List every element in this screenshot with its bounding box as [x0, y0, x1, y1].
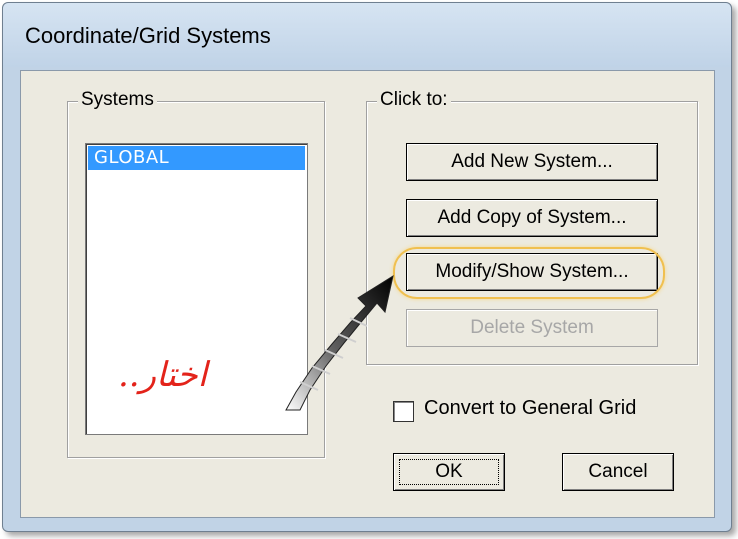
- list-item-global[interactable]: GLOBAL: [88, 146, 305, 170]
- convert-to-general-grid-label: Convert to General Grid: [424, 397, 637, 419]
- delete-system-button[interactable]: Delete System: [406, 309, 658, 347]
- highlight-oval: [393, 247, 665, 299]
- dialog-window: Coordinate/Grid Systems Systems GLOBAL C…: [2, 2, 732, 532]
- title-bar[interactable]: Coordinate/Grid Systems: [3, 3, 731, 67]
- add-copy-of-system-button[interactable]: Add Copy of System...: [406, 199, 658, 237]
- ok-button[interactable]: OK: [393, 453, 505, 491]
- convert-to-general-grid-checkbox[interactable]: [393, 401, 414, 422]
- click-to-group-label: Click to:: [377, 89, 451, 111]
- systems-group-label: Systems: [78, 89, 157, 111]
- dialog-client-area: Systems GLOBAL Click to: Add New System.…: [20, 70, 715, 518]
- add-new-system-button[interactable]: Add New System...: [406, 143, 658, 181]
- window-title: Coordinate/Grid Systems: [25, 23, 271, 48]
- cancel-button[interactable]: Cancel: [562, 453, 674, 491]
- annotation-note: اختار..: [118, 355, 208, 395]
- ok-focus-rect: [399, 459, 499, 485]
